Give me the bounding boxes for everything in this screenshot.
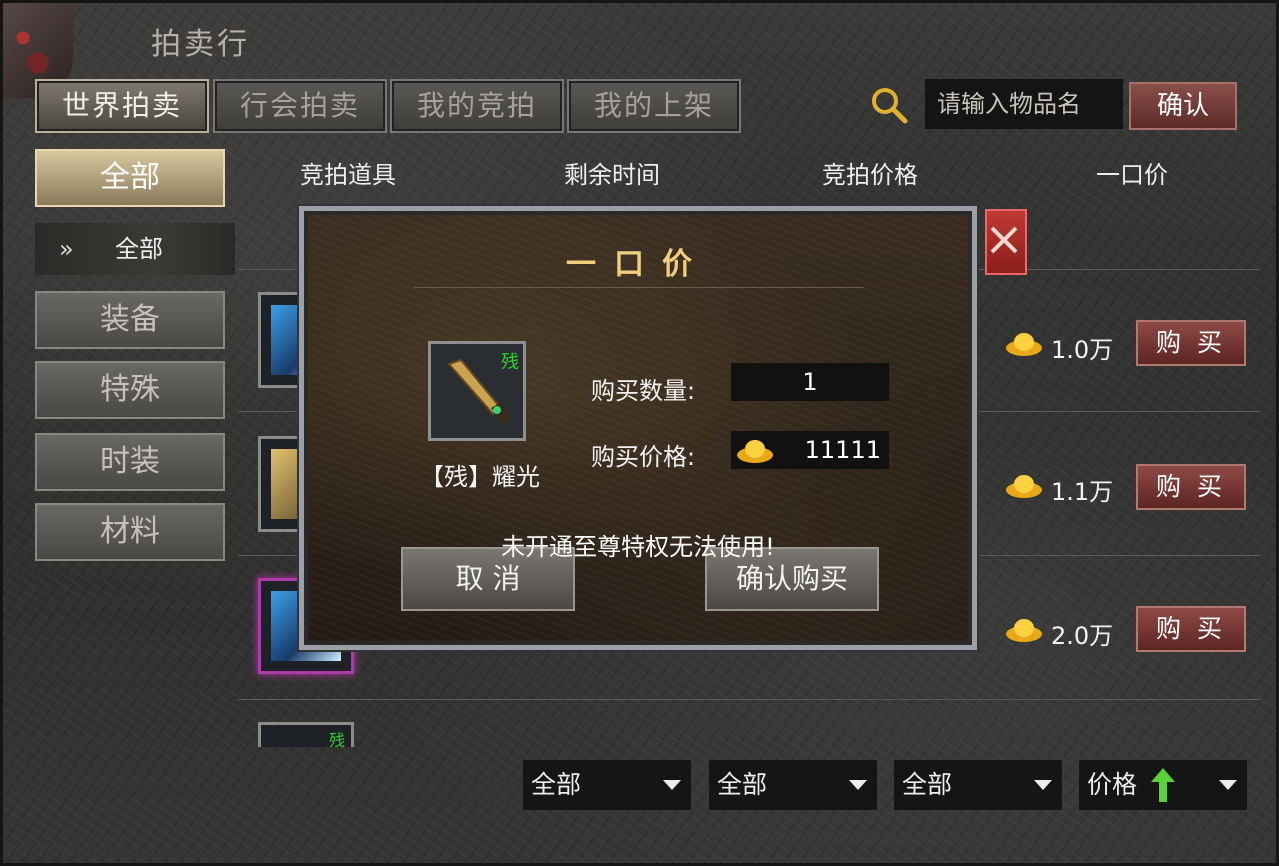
price-field: 11111 bbox=[731, 431, 889, 469]
chevron-down-icon bbox=[663, 780, 681, 790]
filter-label: 全部 bbox=[902, 770, 953, 799]
sidebar-item-fashion[interactable]: 时装 bbox=[35, 433, 225, 491]
privilege-warning: 未开通至尊特权无法使用! bbox=[501, 533, 775, 561]
sidebar-subitem-label: 全部 bbox=[115, 235, 163, 263]
chevron-down-icon bbox=[1219, 780, 1237, 790]
window-title: 拍卖行 bbox=[151, 27, 250, 62]
residual-tag: 残 bbox=[501, 352, 519, 373]
buy-button[interactable]: 购 买 bbox=[1136, 320, 1246, 366]
gold-ingot-icon bbox=[1006, 619, 1042, 642]
close-button[interactable] bbox=[985, 209, 1027, 275]
search-input[interactable] bbox=[925, 79, 1123, 129]
search-confirm-button[interactable]: 确认 bbox=[1129, 82, 1237, 130]
column-header-buyout: 一口价 bbox=[1096, 161, 1168, 189]
filter-bar: 全部 全部 全部 价格 bbox=[21, 748, 1260, 838]
dialog-title: 一口价 bbox=[566, 247, 710, 282]
buy-button[interactable]: 购 买 bbox=[1136, 464, 1246, 510]
tab-my-listings[interactable]: 我的上架 bbox=[567, 79, 741, 133]
price-label: 购买价格: bbox=[591, 443, 696, 471]
buy-button[interactable]: 购 买 bbox=[1136, 606, 1246, 652]
sidebar-item-equipment[interactable]: 装备 bbox=[35, 291, 225, 349]
chevron-right-icon: » bbox=[59, 235, 74, 263]
filter-label: 全部 bbox=[717, 770, 768, 799]
dialog-item-name: 【残】耀光 bbox=[420, 463, 540, 491]
buyout-price: 1.1万 bbox=[1051, 478, 1114, 506]
tab-guild-auction[interactable]: 行会拍卖 bbox=[213, 79, 387, 133]
gold-ingot-icon bbox=[737, 440, 773, 463]
filter-dropdown-2[interactable]: 全部 bbox=[709, 760, 877, 810]
residual-tag: 残 bbox=[328, 731, 345, 747]
table-row[interactable]: 残 bbox=[238, 699, 1260, 747]
search-icon[interactable] bbox=[869, 85, 909, 125]
filter-label: 价格 bbox=[1087, 770, 1138, 799]
title-bar: 拍卖行 bbox=[3, 3, 1279, 98]
filter-dropdown-1[interactable]: 全部 bbox=[523, 760, 691, 810]
gold-ingot-icon bbox=[1006, 475, 1042, 498]
buyout-price: 2.0万 bbox=[1051, 622, 1114, 650]
quantity-field[interactable]: 1 bbox=[731, 363, 889, 401]
arrow-up-icon bbox=[1151, 768, 1175, 802]
price-value: 11111 bbox=[804, 436, 881, 464]
sidebar-item-materials[interactable]: 材料 bbox=[35, 503, 225, 561]
buyout-price: 1.0万 bbox=[1051, 336, 1114, 364]
filter-dropdown-3[interactable]: 全部 bbox=[894, 760, 1062, 810]
item-slot[interactable]: 残 bbox=[258, 722, 354, 747]
buyout-dialog: 一口价 残 【残】耀光 购买数量: 1 购买价格: 11111 取 消 确认购买… bbox=[299, 206, 977, 650]
column-header-time: 剩余时间 bbox=[564, 161, 660, 189]
column-header-bid-price: 竞拍价格 bbox=[822, 161, 918, 189]
dialog-divider bbox=[414, 287, 864, 288]
quantity-label: 购买数量: bbox=[591, 377, 696, 405]
category-sidebar: 全部 » 全部 装备 特殊 时装 材料 bbox=[21, 141, 236, 746]
sidebar-item-all[interactable]: 全部 bbox=[35, 149, 225, 207]
sidebar-item-special[interactable]: 特殊 bbox=[35, 361, 225, 419]
chevron-down-icon bbox=[1034, 780, 1052, 790]
tab-my-bids[interactable]: 我的竞拍 bbox=[390, 79, 564, 133]
column-header-item: 竞拍道具 bbox=[300, 161, 396, 189]
filter-label: 全部 bbox=[531, 770, 582, 799]
auction-window: 拍卖行 世界拍卖 行会拍卖 我的竞拍 我的上架 确认 全部 » 全部 装备 特殊… bbox=[0, 0, 1279, 866]
dialog-item-slot[interactable]: 残 bbox=[428, 341, 526, 441]
sidebar-subitem-all[interactable]: » 全部 bbox=[35, 223, 235, 275]
tab-world-auction[interactable]: 世界拍卖 bbox=[35, 79, 209, 133]
close-icon bbox=[990, 226, 1018, 254]
sort-price-dropdown[interactable]: 价格 bbox=[1079, 760, 1247, 810]
chevron-down-icon bbox=[849, 780, 867, 790]
gold-ingot-icon bbox=[1006, 333, 1042, 356]
